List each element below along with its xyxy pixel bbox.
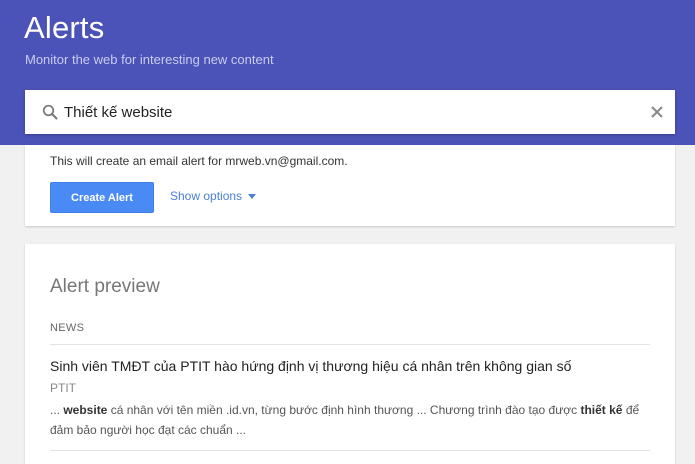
- article-title-link[interactable]: Sinh viên TMĐT của PTIT hào hứng định vị…: [50, 358, 571, 374]
- page-title: Alerts: [24, 10, 105, 45]
- alert-preview-card: Alert preview NEWS Sinh viên TMĐT của PT…: [25, 244, 675, 464]
- divider: [50, 344, 650, 345]
- snippet-highlight: thiết kế: [580, 403, 623, 417]
- search-icon: [42, 104, 58, 120]
- search-box: [25, 90, 675, 134]
- snippet-text: cá nhân với tên miền .id.vn, từng bước đ…: [107, 403, 581, 417]
- snippet-text: ...: [50, 403, 64, 417]
- search-input[interactable]: [64, 101, 634, 123]
- page-subtitle: Monitor the web for interesting new cont…: [25, 52, 274, 67]
- email-note: This will create an email alert for mrwe…: [50, 154, 348, 168]
- section-label-news: NEWS: [50, 322, 85, 334]
- preview-title: Alert preview: [50, 276, 160, 297]
- close-icon[interactable]: [647, 102, 667, 122]
- show-options-link[interactable]: Show options: [170, 189, 257, 203]
- show-options-label: Show options: [170, 189, 243, 203]
- article-snippet: ... website cá nhân với tên miền .id.vn,…: [50, 400, 655, 440]
- divider: [50, 450, 650, 451]
- create-alert-card: This will create an email alert for mrwe…: [25, 145, 675, 226]
- create-alert-button[interactable]: Create Alert: [50, 182, 154, 213]
- snippet-highlight: website: [63, 403, 108, 417]
- chevron-down-icon: [248, 193, 257, 199]
- article-source: PTIT: [50, 381, 76, 395]
